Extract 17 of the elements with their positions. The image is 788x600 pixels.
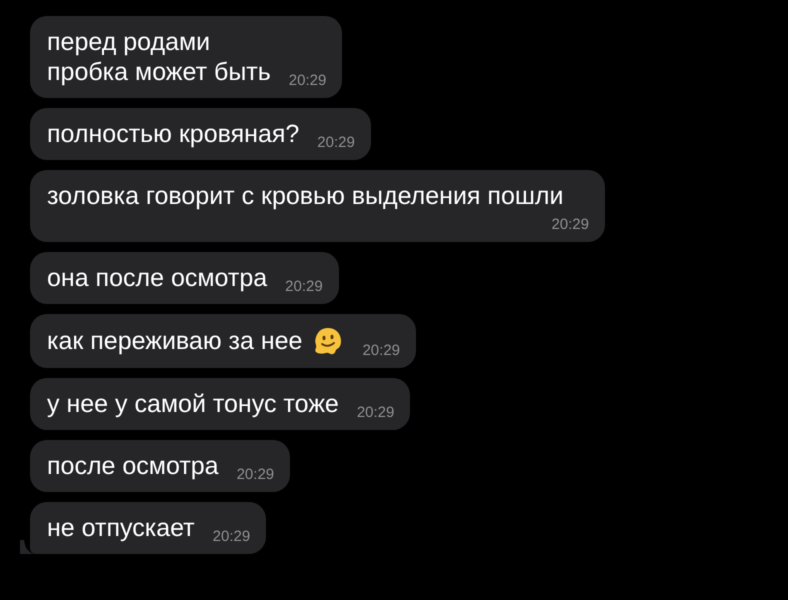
message-text: после осмотра [47, 451, 219, 481]
message-text: пробка может быть [47, 57, 271, 87]
message-time: 20:29 [212, 527, 250, 547]
message-text: она после осмотра [47, 263, 268, 293]
message-time: 20:29 [236, 465, 274, 485]
message-time: 20:29 [356, 403, 394, 423]
message-time: 20:29 [550, 215, 589, 235]
message-text: полностью кровяная? [47, 119, 300, 149]
message-time: 20:29 [288, 71, 326, 91]
message-text: как переживаю за нее [47, 326, 302, 356]
message-time: 20:29 [316, 133, 355, 153]
message-time: 20:29 [361, 341, 400, 361]
message-text: у нее у самой тонус тоже [47, 389, 339, 419]
message-time: 20:29 [284, 277, 323, 297]
message-text: перед родами [47, 27, 210, 57]
message-text: не отпускает [47, 513, 195, 543]
message-text: золовка говорит с кровью выделения пошли [47, 181, 564, 211]
